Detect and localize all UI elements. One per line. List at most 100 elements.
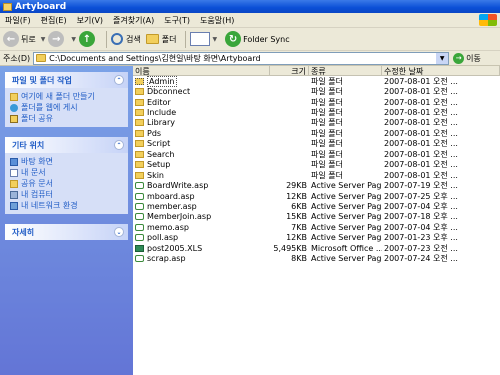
folder-icon <box>135 119 144 127</box>
task-share-folder[interactable]: 폴더 공유 <box>10 113 123 124</box>
address-path: C:\Documents and Settings\김현일\바탕 화면\Arty… <box>49 53 261 63</box>
file-name-cell: memo.asp <box>133 223 270 232</box>
file-date: 2007-07-25 오후 ... <box>384 191 458 201</box>
file-size: 6KB <box>291 201 307 211</box>
details-title: 자세히 <box>12 227 35 237</box>
task-new-folder[interactable]: 여기에 새 폴더 만들기 <box>10 91 123 102</box>
column-size[interactable]: 크기 <box>270 66 309 75</box>
task-publish-web[interactable]: 폴더를 웹에 게시 <box>10 102 123 113</box>
other-places-title: 기타 위치 <box>12 140 45 150</box>
file-row[interactable]: mboard.asp 12KB Active Server Page 2007-07-… <box>133 191 500 201</box>
menu-help[interactable]: 도움말(H) <box>195 15 239 26</box>
file-row[interactable]: MemberJoin.asp 15KB Active Server Page 2007… <box>133 212 500 222</box>
folders-button[interactable]: 폴더 <box>145 34 176 45</box>
file-type: Active Server Page <box>311 181 382 191</box>
expand-chevron-icon[interactable]: ⌄ <box>114 227 124 237</box>
file-row[interactable]: Setup 파일 폴더 2007-08-01 오전 ... <box>133 160 500 170</box>
address-input[interactable]: C:\Documents and Settings\김현일\바탕 화면\Arty… <box>33 51 450 65</box>
menu-favorites[interactable]: 즐겨찾기(A) <box>108 15 159 26</box>
file-name-cell: member.asp <box>133 202 270 211</box>
file-name: memo.asp <box>147 222 189 232</box>
file-type: 파일 폴더 <box>311 118 343 128</box>
folder-icon <box>135 109 144 117</box>
file-name: poll.asp <box>147 233 179 243</box>
file-type: Microsoft Office ... <box>311 243 382 253</box>
place-label: 내 문서 <box>21 168 46 177</box>
folder-sync-button[interactable]: ↻ Folder Sync <box>225 31 290 47</box>
file-row[interactable]: post2005.XLS 5,495KB Microsoft Office ... 2… <box>133 243 500 253</box>
back-label: 뒤로 <box>21 34 36 44</box>
column-name[interactable]: 이름 <box>133 66 270 75</box>
file-row[interactable]: Search 파일 폴더 2007-08-01 오전 ... <box>133 149 500 159</box>
place-label: 바탕 화면 <box>21 157 53 166</box>
file-type: 파일 폴더 <box>311 128 343 138</box>
address-dropdown-icon[interactable]: ▼ <box>436 52 449 64</box>
file-type: 파일 폴더 <box>311 170 343 180</box>
views-button[interactable]: ▼ <box>190 32 220 46</box>
task-label: 폴더를 웹에 게시 <box>21 103 78 112</box>
file-row[interactable]: Pds 파일 폴더 2007-08-01 오전 ... <box>133 128 500 138</box>
details-header[interactable]: 자세히 ⌄ <box>5 224 128 240</box>
menu-file[interactable]: 파일(F) <box>0 15 36 26</box>
other-places-body: 바탕 화면 내 문서 공유 문서 내 컴퓨터 내 네트워크 환경 <box>5 153 128 214</box>
go-arrow-icon: → <box>453 52 465 64</box>
forward-button[interactable]: → <box>48 31 66 47</box>
column-date[interactable]: 수정한 날짜 <box>382 66 500 75</box>
file-row[interactable]: Script 파일 폴더 2007-08-01 오전 ... <box>133 139 500 149</box>
file-name-cell: Include <box>133 108 270 117</box>
file-name: Pds <box>147 128 162 138</box>
menu-view[interactable]: 보기(V) <box>72 15 108 26</box>
place-label: 내 컴퓨터 <box>21 190 53 199</box>
file-date: 2007-07-19 오전 ... <box>384 181 458 191</box>
file-name-cell: BoardWrite.asp <box>133 181 270 190</box>
other-places-panel: 기타 위치 ⌃ 바탕 화면 내 문서 공유 문서 내 컴퓨터 내 네트워크 환경 <box>5 137 128 214</box>
file-row[interactable]: Include 파일 폴더 2007-08-01 오전 ... <box>133 107 500 117</box>
file-name-cell: Library <box>133 118 270 127</box>
file-row[interactable]: BoardWrite.asp 29KB Active Server Page 2007… <box>133 180 500 190</box>
place-my-documents[interactable]: 내 문서 <box>10 167 123 178</box>
sync-icon: ↻ <box>225 31 242 47</box>
collapse-chevron-icon[interactable]: ⌃ <box>114 75 124 85</box>
forward-dropdown-icon[interactable]: ▼ <box>71 36 76 43</box>
computer-icon <box>10 190 18 199</box>
file-name: post2005.XLS <box>147 243 203 253</box>
file-name-cell: Editor <box>133 98 270 107</box>
place-label: 공유 문서 <box>21 179 53 188</box>
file-row[interactable]: Editor 파일 폴더 2007-08-01 오전 ... <box>133 97 500 107</box>
up-button[interactable]: ↑ <box>78 31 97 47</box>
file-name-cell: MemberJoin.asp <box>133 212 270 221</box>
file-row[interactable]: scrap.asp 8KB Active Server Page 2007-07-24… <box>133 253 500 263</box>
back-button[interactable]: ← 뒤로 <box>3 31 36 47</box>
file-type: 파일 폴더 <box>311 149 343 159</box>
menu-edit[interactable]: 편집(E) <box>36 15 72 26</box>
place-desktop[interactable]: 바탕 화면 <box>10 156 123 167</box>
place-network[interactable]: 내 네트워크 환경 <box>10 200 123 211</box>
file-tasks-header[interactable]: 파일 및 폴더 작업 ⌃ <box>5 72 128 88</box>
file-row[interactable]: Dbconnect 파일 폴더 2007-08-01 오전 ... <box>133 86 500 96</box>
file-row[interactable]: poll.asp 12KB Active Server Page 2007-01-23… <box>133 233 500 243</box>
other-places-header[interactable]: 기타 위치 ⌃ <box>5 137 128 153</box>
go-button[interactable]: → 이동 <box>453 52 481 64</box>
file-date: 2007-01-23 오후 ... <box>384 233 458 243</box>
file-name: mboard.asp <box>147 191 195 201</box>
file-row[interactable]: member.asp 6KB Active Server Page 2007-07-0… <box>133 201 500 211</box>
place-shared-documents[interactable]: 공유 문서 <box>10 178 123 189</box>
file-name: Search <box>147 149 175 159</box>
file-row[interactable]: Admin 파일 폴더 2007-08-01 오전 ... <box>133 75 500 87</box>
file-row[interactable]: Skin 파일 폴더 2007-08-01 오전 ... <box>133 170 500 180</box>
collapse-chevron-icon[interactable]: ⌃ <box>114 140 124 150</box>
back-dropdown-icon[interactable]: ▼ <box>41 36 46 43</box>
search-button[interactable]: 검색 <box>110 33 141 45</box>
folder-icon <box>135 88 144 96</box>
toolbar: ← 뒤로 ▼ → ▼ ↑ 검색 폴더 ▼ ↻ Folder Sync <box>0 28 500 51</box>
asp-file-icon <box>135 192 144 200</box>
place-my-computer[interactable]: 내 컴퓨터 <box>10 189 123 200</box>
file-name: Dbconnect <box>147 87 191 97</box>
menu-tools[interactable]: 도구(T) <box>159 15 195 26</box>
file-row[interactable]: Library 파일 폴더 2007-08-01 오전 ... <box>133 118 500 128</box>
menu-bar: 파일(F) 편집(E) 보기(V) 즐겨찾기(A) 도구(T) 도움말(H) <box>0 13 500 28</box>
file-name: BoardWrite.asp <box>147 181 209 191</box>
column-type[interactable]: 종류 <box>309 66 382 75</box>
file-type: 파일 폴더 <box>311 108 343 118</box>
file-row[interactable]: memo.asp 7KB Active Server Page 2007-07-04 … <box>133 222 500 232</box>
